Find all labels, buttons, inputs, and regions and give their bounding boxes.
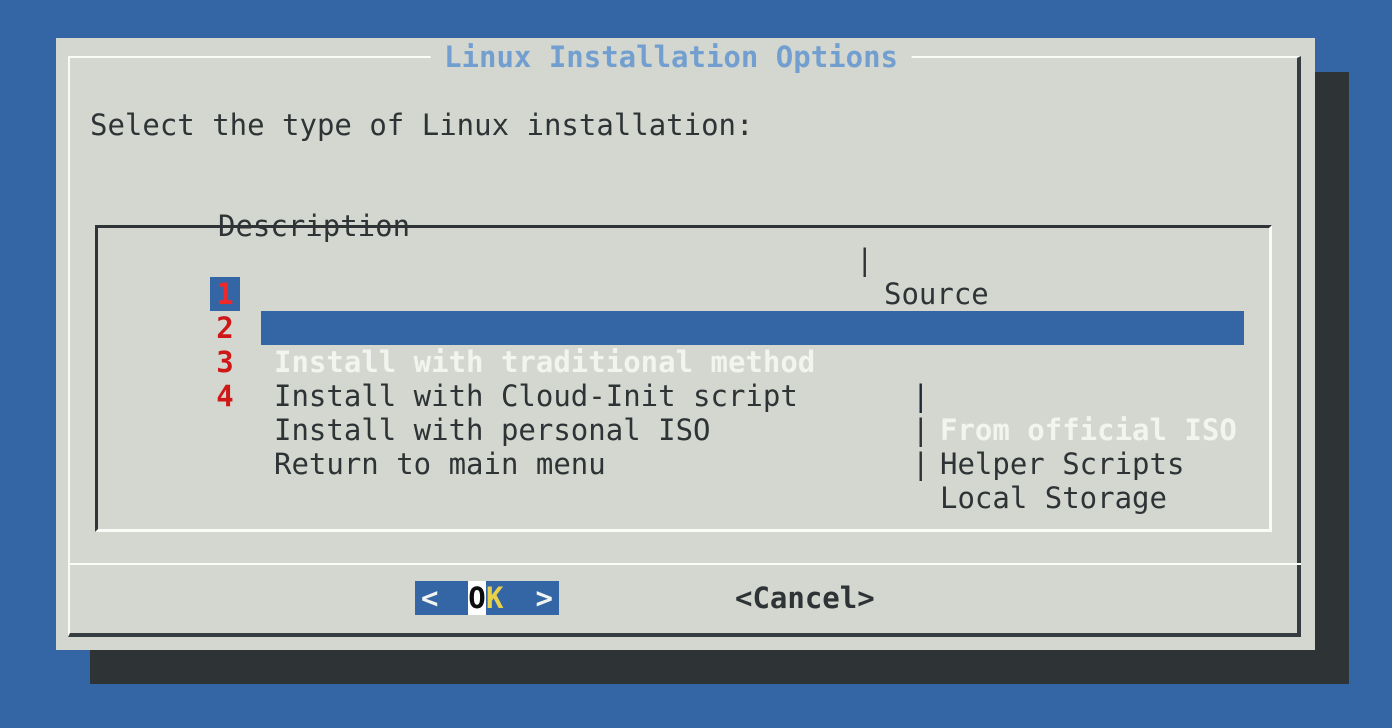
buttons-separator-line	[68, 563, 1301, 565]
menu-item-return-main-menu[interactable]: 4 Return to main menu	[98, 345, 1269, 379]
prompt-text: Select the type of Linux installation:	[90, 108, 753, 142]
menu-item-cloud-init-install[interactable]: 2 Install with Cloud-Init script | Helpe…	[98, 277, 1269, 311]
ok-label-rest: K	[486, 581, 503, 615]
installation-options-dialog: Linux Installation Options Select the ty…	[56, 38, 1315, 650]
cancel-button[interactable]: <Cancel>	[735, 581, 875, 615]
ok-right-bracket: >	[536, 581, 553, 615]
menu-item-label: Return to main menu	[274, 447, 606, 481]
ok-left-bracket: <	[421, 581, 438, 615]
menu-item-traditional-install[interactable]: 1 Install with traditional method | From…	[98, 243, 1269, 277]
menu-item-tag: 4	[210, 379, 240, 413]
menu-item-source: Local Storage	[940, 481, 1167, 515]
menu-item-separator: |	[912, 447, 929, 481]
menu-item-source: Helper Scripts	[940, 447, 1184, 481]
terminal-cursor: O	[468, 581, 486, 615]
column-headers: Description | Source	[56, 175, 126, 209]
terminal-screen: { "terminal": { "dialog_title": "Linux I…	[0, 0, 1392, 728]
dialog-title: Linux Installation Options	[430, 40, 912, 74]
menu-item-personal-iso-install[interactable]: 3 Install with personal ISO | Local Stor…	[98, 311, 1269, 345]
ok-button[interactable]: < O K >	[415, 581, 559, 615]
